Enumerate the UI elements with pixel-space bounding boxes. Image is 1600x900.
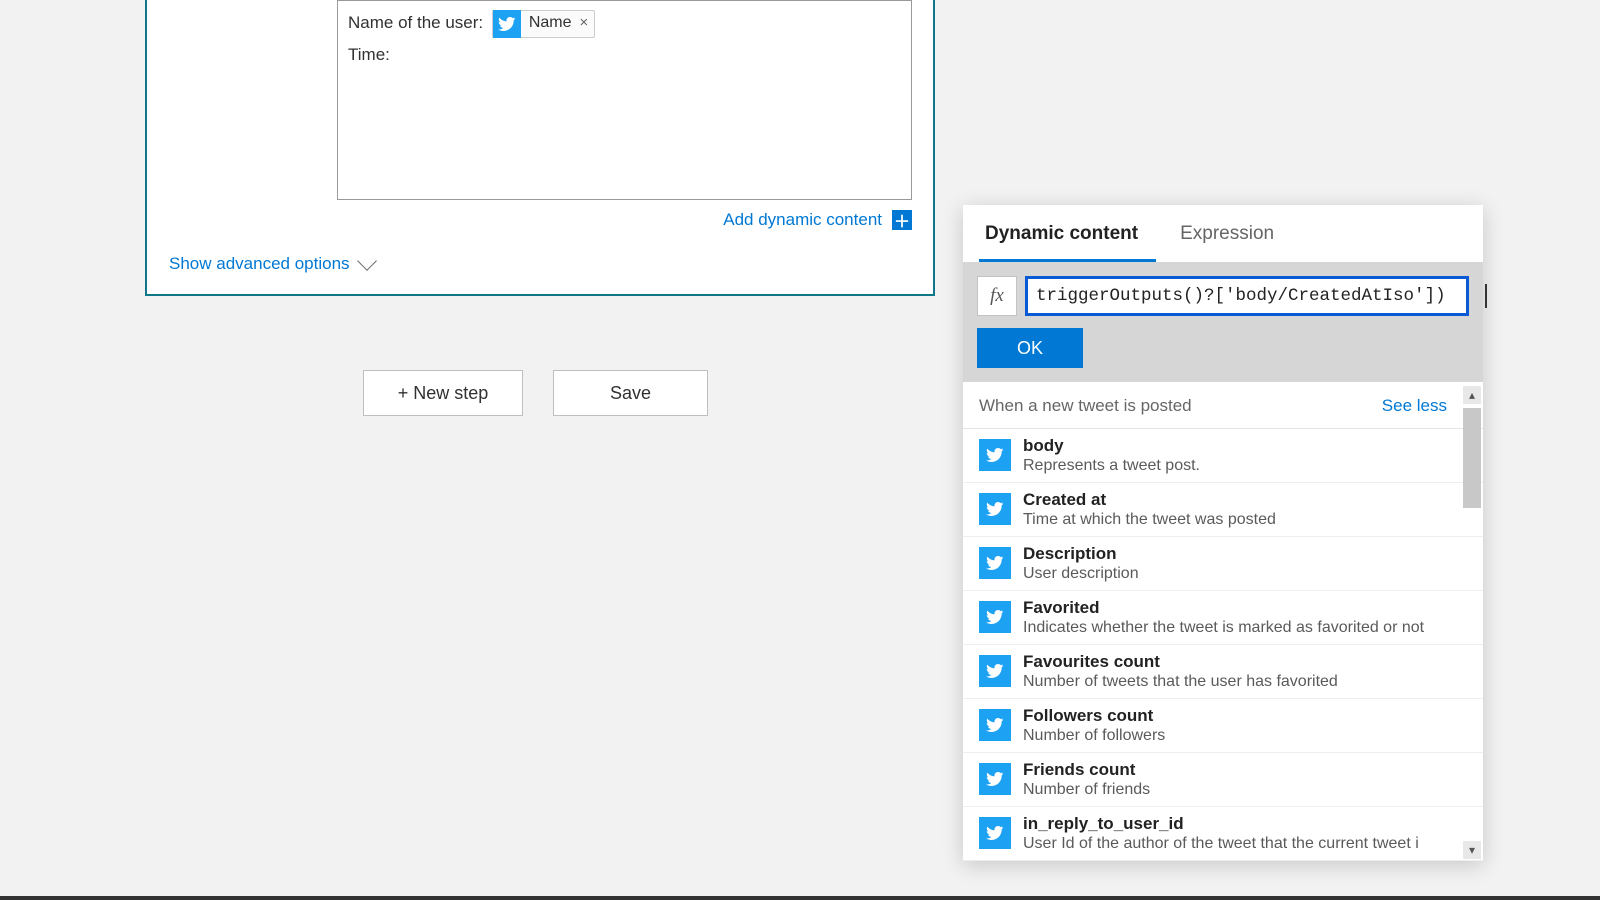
add-dynamic-content-link[interactable]: Add dynamic content: [723, 210, 882, 230]
time-label: Time:: [348, 39, 901, 71]
twitter-icon: [979, 439, 1011, 471]
fx-icon: fx: [977, 276, 1017, 316]
expression-area: fx OK: [963, 262, 1483, 382]
scroll-up-button[interactable]: ▴: [1463, 386, 1481, 404]
token-remove-icon[interactable]: ×: [580, 9, 589, 38]
item-desc: User Id of the author of the tweet that …: [1023, 835, 1419, 853]
dynamic-content-item[interactable]: Favourites countNumber of tweets that th…: [963, 645, 1483, 699]
item-title: body: [1023, 436, 1200, 456]
ok-button[interactable]: OK: [977, 328, 1083, 368]
item-title: in_reply_to_user_id: [1023, 814, 1419, 834]
item-title: Friends count: [1023, 760, 1150, 780]
twitter-icon: [979, 601, 1011, 633]
dynamic-content-item[interactable]: FavoritedIndicates whether the tweet is …: [963, 591, 1483, 645]
item-title: Created at: [1023, 490, 1276, 510]
dynamic-content-list: bodyRepresents a tweet post.Created atTi…: [963, 428, 1483, 861]
bottom-bar: [0, 896, 1600, 900]
item-title: Description: [1023, 544, 1139, 564]
twitter-icon: [979, 655, 1011, 687]
item-title: Favourites count: [1023, 652, 1338, 672]
item-desc: Number of followers: [1023, 727, 1165, 745]
dynamic-content-item[interactable]: DescriptionUser description: [963, 537, 1483, 591]
show-advanced-options[interactable]: Show advanced options: [147, 236, 933, 280]
flow-action-buttons: + New step Save: [363, 370, 708, 416]
twitter-icon: [979, 493, 1011, 525]
dynamic-content-list-wrap: ▴ ▾ When a new tweet is posted See less …: [963, 382, 1483, 861]
see-less-link[interactable]: See less: [1382, 396, 1447, 416]
twitter-icon: [979, 547, 1011, 579]
item-desc: Indicates whether the tweet is marked as…: [1023, 619, 1424, 637]
dynamic-token-name[interactable]: Name ×: [492, 10, 595, 38]
twitter-icon: [493, 10, 521, 38]
group-title: When a new tweet is posted: [979, 396, 1192, 416]
show-advanced-options-label: Show advanced options: [169, 254, 350, 274]
group-header: When a new tweet is posted See less: [963, 382, 1483, 428]
token-label: Name: [529, 8, 572, 38]
item-desc: Time at which the tweet was posted: [1023, 511, 1276, 529]
dynamic-content-panel: Dynamic content Expression fx OK ▴ ▾ Whe…: [963, 205, 1483, 861]
scroll-down-button[interactable]: ▾: [1463, 841, 1481, 859]
item-title: Favorited: [1023, 598, 1424, 618]
item-desc: Represents a tweet post.: [1023, 457, 1200, 475]
dynamic-content-item[interactable]: Friends countNumber of friends: [963, 753, 1483, 807]
item-desc: Number of friends: [1023, 781, 1150, 799]
flow-action-card: Name of the user: Name × Time: Add dynam…: [145, 0, 935, 296]
dynamic-content-item[interactable]: in_reply_to_user_idUser Id of the author…: [963, 807, 1483, 861]
chevron-down-icon: [357, 251, 377, 271]
tab-expression[interactable]: Expression: [1174, 205, 1292, 262]
panel-tabs: Dynamic content Expression: [963, 205, 1483, 262]
tab-dynamic-content[interactable]: Dynamic content: [979, 205, 1156, 262]
new-step-button[interactable]: + New step: [363, 370, 523, 416]
item-desc: User description: [1023, 565, 1139, 583]
twitter-icon: [979, 763, 1011, 795]
user-name-label: Name of the user:: [348, 13, 488, 32]
item-title: Followers count: [1023, 706, 1165, 726]
dynamic-content-item[interactable]: bodyRepresents a tweet post.: [963, 429, 1483, 483]
scrollbar-thumb[interactable]: [1463, 408, 1481, 508]
item-desc: Number of tweets that the user has favor…: [1023, 673, 1338, 691]
expression-input[interactable]: [1025, 276, 1469, 316]
twitter-icon: [979, 817, 1011, 849]
save-button[interactable]: Save: [553, 370, 708, 416]
dynamic-content-item[interactable]: Created atTime at which the tweet was po…: [963, 483, 1483, 537]
twitter-icon: [979, 709, 1011, 741]
dynamic-content-item[interactable]: Followers countNumber of followers: [963, 699, 1483, 753]
message-body-input[interactable]: Name of the user: Name × Time:: [337, 0, 912, 200]
add-dynamic-content-button[interactable]: ＋: [892, 210, 912, 230]
text-cursor-icon: [1485, 284, 1487, 308]
